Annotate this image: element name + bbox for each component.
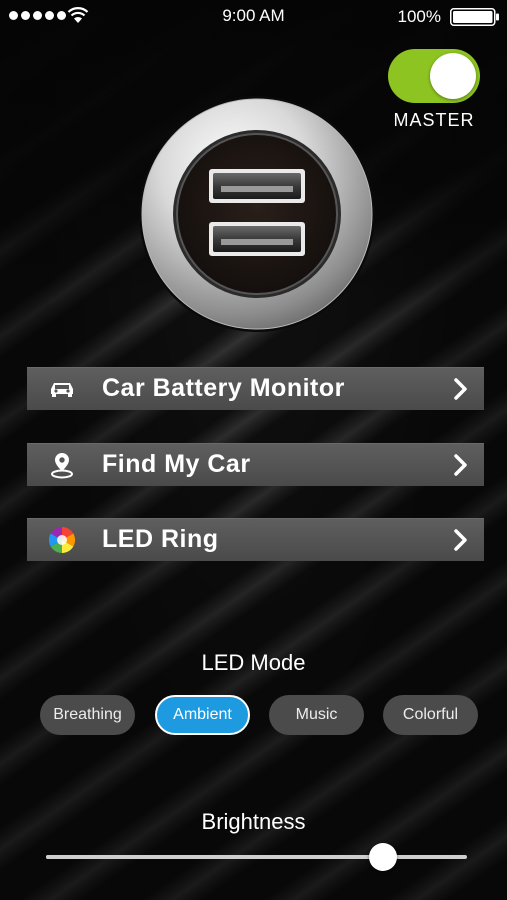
location-pin-icon (51, 453, 73, 479)
status-bar: 9:00 AM 100% (0, 0, 507, 32)
menu-label: Find My Car (102, 450, 251, 478)
slider-fill (46, 855, 383, 859)
car-icon (51, 383, 73, 397)
menu-find-my-car[interactable]: Find My Car (27, 443, 484, 486)
battery-icon (450, 8, 499, 26)
master-label: MASTER (393, 110, 475, 130)
chevron-right-icon (454, 529, 467, 551)
mode-ambient-button[interactable]: Ambient (155, 695, 250, 735)
mode-music-button[interactable]: Music (269, 695, 364, 735)
menu-led-ring[interactable]: LED Ring (27, 518, 484, 561)
brightness-slider[interactable] (46, 843, 467, 871)
menu-car-battery-monitor[interactable]: Car Battery Monitor (27, 367, 484, 410)
color-wheel-icon (48, 526, 76, 554)
chevron-right-icon (454, 378, 467, 400)
toggle-knob (430, 53, 476, 99)
mode-colorful-button[interactable]: Colorful (383, 695, 478, 735)
menu-label: LED Ring (102, 525, 219, 553)
brightness-title: Brightness (201, 809, 306, 834)
chevron-right-icon (454, 454, 467, 476)
usb-charger-illustration (139, 96, 375, 332)
master-toggle[interactable] (388, 49, 480, 103)
battery-percent: 100% (397, 7, 441, 26)
mode-breathing-button[interactable]: Breathing (40, 695, 135, 735)
led-mode-title: LED Mode (201, 650, 306, 675)
menu-label: Car Battery Monitor (102, 374, 345, 402)
slider-thumb[interactable] (368, 843, 397, 871)
